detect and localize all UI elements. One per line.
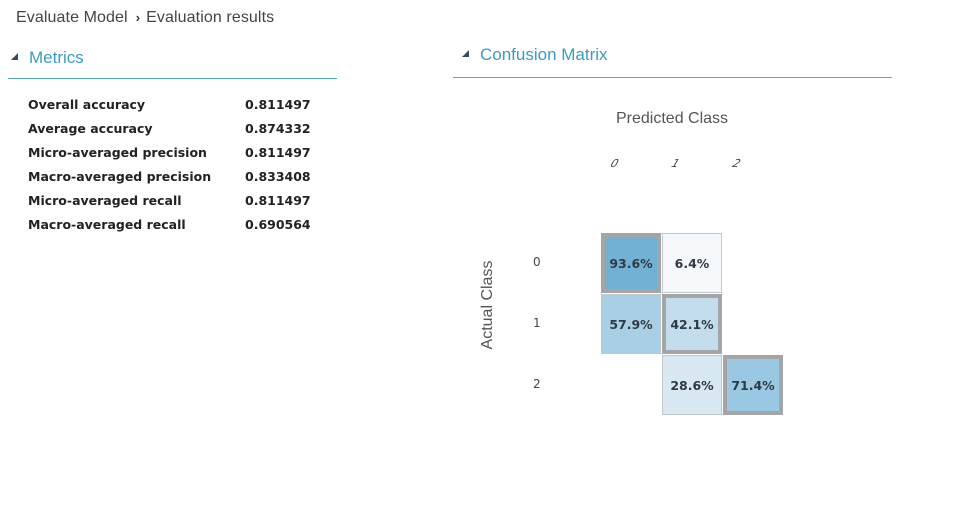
breadcrumb: Evaluate Model › Evaluation results: [16, 9, 274, 27]
metric-row: Micro-averaged precision 0.811497: [28, 140, 325, 164]
matrix-cell: 6.4%: [662, 233, 722, 293]
metric-name: Micro-averaged recall: [28, 192, 182, 208]
triangle-expanded-icon[interactable]: [11, 53, 18, 60]
metric-value: 0.690564: [245, 216, 311, 232]
matrix-cell-diagonal: 42.1%: [662, 294, 722, 354]
chevron-right-icon: ›: [135, 10, 141, 25]
breadcrumb-current: Evaluation results: [146, 9, 275, 26]
actual-class-axis-title: Actual Class: [479, 260, 496, 350]
metric-value: 0.811497: [245, 192, 311, 208]
metric-name: Average accuracy: [28, 120, 153, 136]
metrics-table: Overall accuracy 0.811497 Average accuracy…: [28, 92, 325, 236]
metric-row: Macro-averaged recall 0.690564: [28, 212, 325, 236]
metric-value: 0.874332: [245, 120, 311, 136]
matrix-cell-diagonal: 93.6%: [601, 233, 661, 293]
metric-name: Macro-averaged recall: [28, 216, 186, 232]
metric-name: Macro-averaged precision: [28, 168, 212, 184]
metric-row: Micro-averaged recall 0.811497: [28, 188, 325, 212]
metric-name: Micro-averaged precision: [28, 144, 207, 160]
predicted-class-tick-label: 0: [608, 157, 621, 170]
matrix-cell-diagonal: 71.4%: [723, 355, 783, 415]
metric-row: Overall accuracy 0.811497: [28, 92, 325, 116]
metrics-section-header[interactable]: Metrics: [8, 48, 337, 79]
actual-class-tick-label: 2: [533, 377, 541, 391]
matrix-cell: 28.6%: [662, 355, 722, 415]
metrics-title: Metrics: [29, 48, 84, 67]
triangle-expanded-icon[interactable]: [462, 50, 469, 57]
predicted-class-tick-label: 2: [730, 157, 743, 170]
metric-row: Macro-averaged precision 0.833408: [28, 164, 325, 188]
metric-name: Overall accuracy: [28, 96, 146, 112]
confusion-matrix-section-header[interactable]: Confusion Matrix: [453, 45, 892, 78]
matrix-cell: 57.9%: [601, 294, 661, 354]
metric-value: 0.833408: [245, 168, 311, 184]
metric-row: Average accuracy 0.874332: [28, 116, 325, 140]
metric-value: 0.811497: [245, 144, 311, 160]
confusion-matrix-title: Confusion Matrix: [480, 45, 608, 64]
actual-class-tick-label: 1: [533, 316, 541, 330]
breadcrumb-parent-link[interactable]: Evaluate Model: [16, 9, 128, 26]
predicted-class-axis-title: Predicted Class: [616, 110, 729, 127]
actual-class-tick-label: 0: [533, 255, 541, 269]
predicted-class-tick-label: 1: [669, 157, 682, 170]
metric-value: 0.811497: [245, 96, 311, 112]
